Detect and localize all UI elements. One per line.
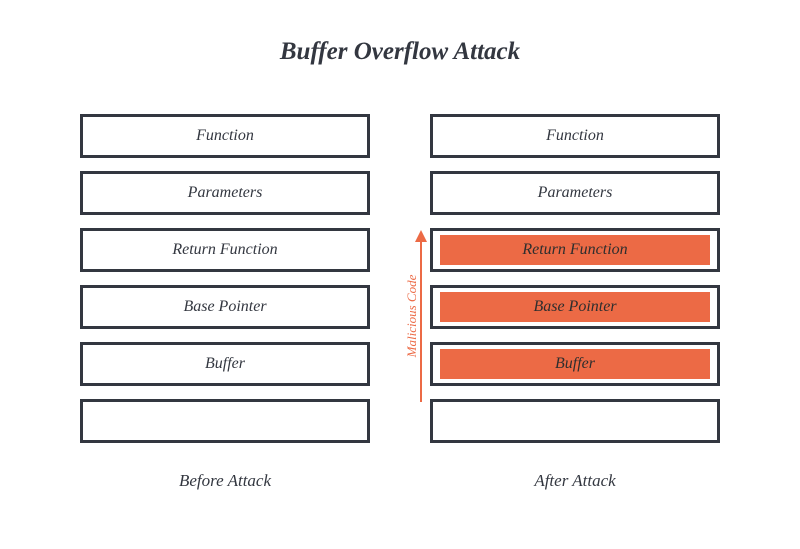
box-label: Parameters (538, 184, 613, 202)
diagram-title: Buffer Overflow Attack (0, 0, 800, 66)
stack-box: Function (430, 114, 720, 158)
before-column: Function Parameters Return Function Base… (80, 114, 370, 491)
stack-box (430, 399, 720, 443)
after-caption: After Attack (430, 471, 720, 491)
box-label: Return Function (522, 241, 627, 259)
stack-box: Buffer (80, 342, 370, 386)
box-label: Base Pointer (533, 298, 616, 316)
box-label: Buffer (205, 355, 245, 373)
stack-box-highlight: Buffer (430, 342, 720, 386)
stack-box-highlight: Return Function (430, 228, 720, 272)
stack-box: Base Pointer (80, 285, 370, 329)
after-column: Malicious Code Function Parameters Retur… (430, 114, 720, 491)
arrow-line (420, 240, 422, 402)
arrow-label: Malicious Code (404, 266, 420, 366)
stack-box (80, 399, 370, 443)
malicious-code-arrow: Malicious Code (398, 230, 428, 402)
stack-box: Function (80, 114, 370, 158)
stack-box: Parameters (80, 171, 370, 215)
box-label: Parameters (188, 184, 263, 202)
box-label: Return Function (172, 241, 277, 259)
box-label: Buffer (555, 355, 595, 373)
box-label: Function (196, 127, 254, 145)
columns-container: Function Parameters Return Function Base… (0, 114, 800, 491)
stack-box: Parameters (430, 171, 720, 215)
before-caption: Before Attack (80, 471, 370, 491)
box-label: Function (546, 127, 604, 145)
after-stack: Malicious Code Function Parameters Retur… (430, 114, 720, 443)
stack-box-highlight: Base Pointer (430, 285, 720, 329)
box-label: Base Pointer (183, 298, 266, 316)
before-stack: Function Parameters Return Function Base… (80, 114, 370, 443)
stack-box: Return Function (80, 228, 370, 272)
